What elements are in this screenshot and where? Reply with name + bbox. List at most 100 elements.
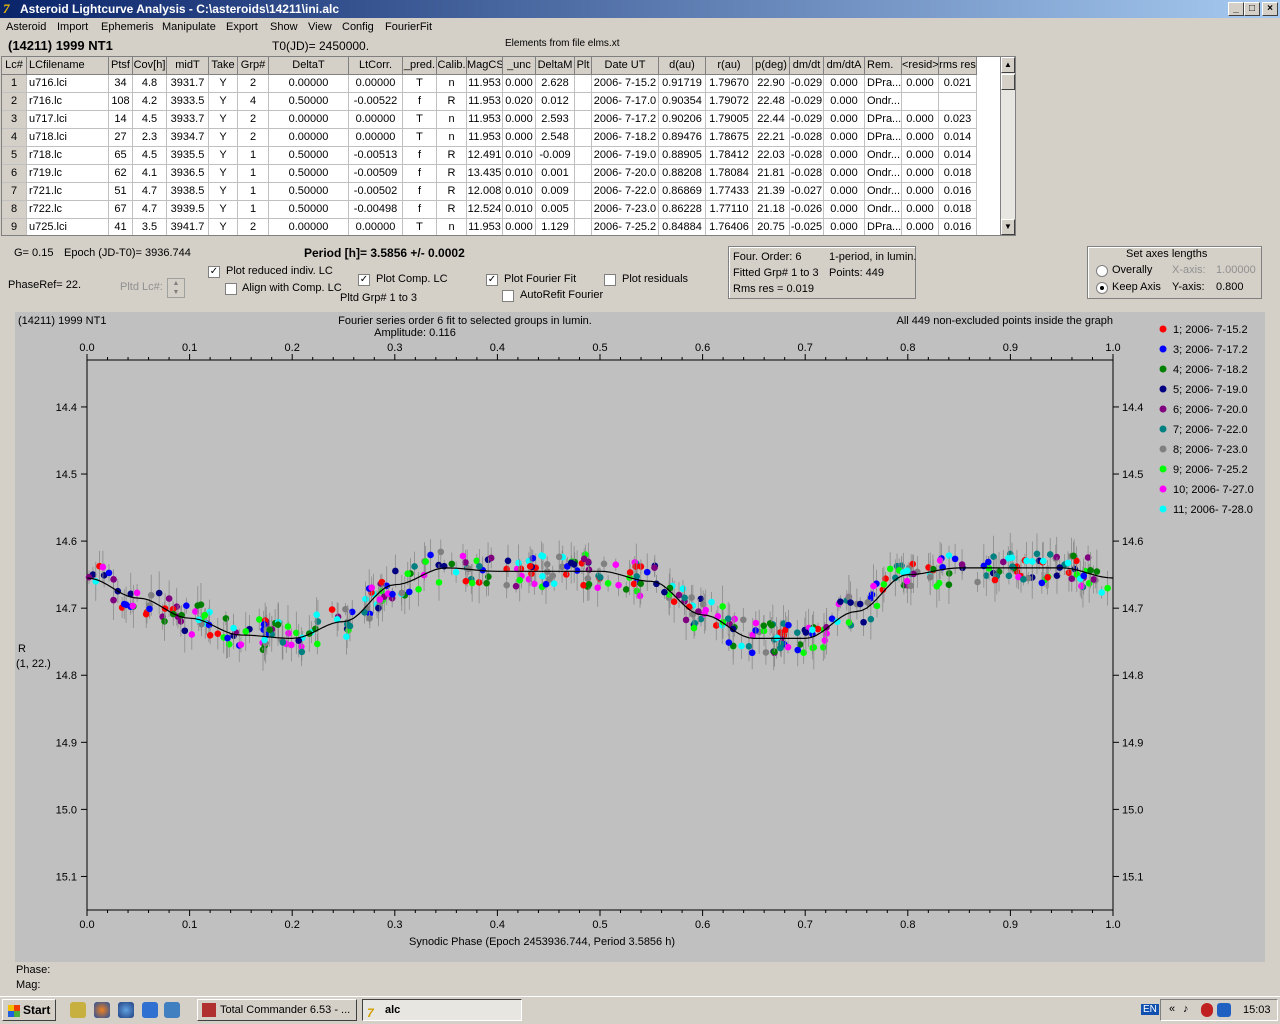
task-alc[interactable]: 7 alc	[362, 999, 522, 1021]
pltd-lc-spinner[interactable]: ▲ ▼	[167, 278, 185, 298]
table-cell[interactable]: r718.lc	[27, 147, 109, 165]
plot-reduced-checkbox[interactable]: ✓	[208, 266, 220, 278]
table-scrollbar[interactable]: ▲ ▼	[1000, 56, 1016, 236]
table-cell[interactable]: 4	[238, 93, 269, 111]
table-cell[interactable]: 0.00000	[349, 75, 403, 93]
table-cell[interactable]: -0.00522	[349, 93, 403, 111]
table-cell[interactable]: r722.lc	[27, 201, 109, 219]
table-cell[interactable]: 1.79005	[706, 111, 753, 129]
table-cell[interactable]: R	[437, 93, 467, 111]
table-cell[interactable]: 5	[2, 147, 27, 165]
table-cell[interactable]: 0.000	[503, 219, 536, 235]
table-cell[interactable]: 2006- 7-17.2	[592, 111, 659, 129]
table-cell[interactable]: u717.lci	[27, 111, 109, 129]
column-header[interactable]: DeltaM	[536, 57, 575, 75]
table-cell[interactable]: Y	[209, 219, 238, 235]
table-cell[interactable]: 2	[238, 75, 269, 93]
table-cell[interactable]: 12.524	[467, 201, 503, 219]
table-cell[interactable]: 11.953	[467, 93, 503, 111]
table-cell[interactable]: 21.18	[753, 201, 790, 219]
table-cell[interactable]: 21.81	[753, 165, 790, 183]
table-cell[interactable]: 4.7	[133, 201, 167, 219]
column-header[interactable]: dm/dt	[790, 57, 824, 75]
table-row[interactable]: 3 u717.lci 14 4.5 3933.7 Y 2 0.00000 0.00000 Tn 11…	[2, 111, 1000, 129]
table-cell[interactable]: R	[437, 183, 467, 201]
table-cell[interactable]: Y	[209, 93, 238, 111]
phaseref-value[interactable]: PhaseRef= 22.	[8, 279, 81, 291]
table-cell[interactable]: 2	[238, 219, 269, 235]
table-cell[interactable]: 0.50000	[269, 147, 349, 165]
table-cell[interactable]: 0.000	[824, 93, 865, 111]
table-cell[interactable]: 1.78084	[706, 165, 753, 183]
table-cell[interactable]: 3933.7	[167, 111, 209, 129]
table-cell[interactable]: 2.628	[536, 75, 575, 93]
table-cell[interactable]: 4.1	[133, 165, 167, 183]
table-row[interactable]: 1 u716.lci 34 4.8 3931.7 Y 2 0.00000 0.00000 Tn 11…	[2, 75, 1000, 93]
menu-config[interactable]: Config	[342, 21, 374, 33]
plot-residuals-checkbox[interactable]	[604, 274, 616, 286]
table-cell[interactable]: 0.50000	[269, 93, 349, 111]
table-cell[interactable]: DPra...	[865, 111, 902, 129]
table-cell[interactable]: n	[437, 129, 467, 147]
table-cell[interactable]: DPra...	[865, 75, 902, 93]
table-cell[interactable]: 0.000	[902, 147, 939, 165]
table-cell[interactable]: n	[437, 75, 467, 93]
table-cell[interactable]: 2006- 7-25.2	[592, 219, 659, 235]
table-cell[interactable]: -0.025	[790, 219, 824, 235]
table-cell[interactable]: 20.75	[753, 219, 790, 235]
table-cell[interactable]: 2006- 7-19.0	[592, 147, 659, 165]
table-cell[interactable]: 0.000	[503, 111, 536, 129]
table-cell[interactable]: 11.953	[467, 129, 503, 147]
table-cell[interactable]: 0.023	[939, 111, 977, 129]
menu-asteroid[interactable]: Asteroid	[6, 21, 46, 33]
table-cell[interactable]: 2	[2, 93, 27, 111]
column-header[interactable]: Date UT	[592, 57, 659, 75]
table-cell[interactable]: u716.lci	[27, 75, 109, 93]
table-cell[interactable]: 51	[109, 183, 133, 201]
lightcurve-table[interactable]: Lc# LCfilename Ptsf Cov[h] midT Take Grp# Delta…	[1, 56, 1001, 236]
column-header[interactable]: Ptsf	[109, 57, 133, 75]
table-cell[interactable]: 0.91719	[659, 75, 706, 93]
table-cell[interactable]: 3935.5	[167, 147, 209, 165]
keep-axis-radio[interactable]	[1096, 282, 1108, 294]
table-cell[interactable]: 0.00000	[269, 111, 349, 129]
table-cell[interactable]: 0.84884	[659, 219, 706, 235]
table-cell[interactable]: 2.593	[536, 111, 575, 129]
table-cell[interactable]: 11.953	[467, 219, 503, 235]
table-row[interactable]: 8 r722.lc 67 4.7 3939.5 Y 1 0.50000 -0.00498 f R 12…	[2, 201, 1000, 219]
menu-show[interactable]: Show	[270, 21, 298, 33]
column-header[interactable]: Take	[209, 57, 238, 75]
table-cell[interactable]: 2006- 7-23.0	[592, 201, 659, 219]
plot-svg[interactable]: (14211) 1999 NT1 Fourier series order 6 …	[15, 312, 1265, 962]
table-cell[interactable]: -0.00509	[349, 165, 403, 183]
table-cell[interactable]: -0.009	[536, 147, 575, 165]
speaker-icon[interactable]: ♪	[1183, 1003, 1189, 1015]
table-cell[interactable]: 1.79670	[706, 75, 753, 93]
table-cell[interactable]: 13.435	[467, 165, 503, 183]
table-cell[interactable]: 0.89476	[659, 129, 706, 147]
table-row[interactable]: 7 r721.lc 51 4.7 3938.5 Y 1 0.50000 -0.00502 f R 12…	[2, 183, 1000, 201]
table-cell[interactable]: 2	[238, 129, 269, 147]
ie-icon[interactable]	[142, 1002, 158, 1018]
column-header[interactable]: midT	[167, 57, 209, 75]
table-cell[interactable]: 67	[109, 201, 133, 219]
table-cell[interactable]: 0.010	[503, 201, 536, 219]
table-cell[interactable]: n	[437, 111, 467, 129]
table-row[interactable]: 2 r716.lc 108 4.2 3933.5 Y 4 0.50000 -0.00522 f R 1…	[2, 93, 1000, 111]
table-cell[interactable]: Y	[209, 111, 238, 129]
table-cell[interactable]: 0.000	[503, 75, 536, 93]
table-cell[interactable]	[939, 93, 977, 111]
tray-network-icon[interactable]	[1217, 1003, 1231, 1017]
table-cell[interactable]: 2006- 7-15.2	[592, 75, 659, 93]
table-cell[interactable]: 1.77110	[706, 201, 753, 219]
table-cell[interactable]: -0.029	[790, 93, 824, 111]
table-row[interactable]: 9 u725.lci 41 3.5 3941.7 Y 2 0.00000 0.00000 Tn 11…	[2, 219, 1000, 235]
minimize-button[interactable]: _	[1228, 2, 1244, 16]
table-cell[interactable]: 0.000	[503, 129, 536, 147]
table-cell[interactable]: 0.018	[939, 165, 977, 183]
table-cell[interactable]	[575, 75, 592, 93]
table-cell[interactable]: 0.50000	[269, 201, 349, 219]
table-cell[interactable]: f	[403, 93, 437, 111]
column-header[interactable]: p(deg)	[753, 57, 790, 75]
table-cell[interactable]: 1.78412	[706, 147, 753, 165]
